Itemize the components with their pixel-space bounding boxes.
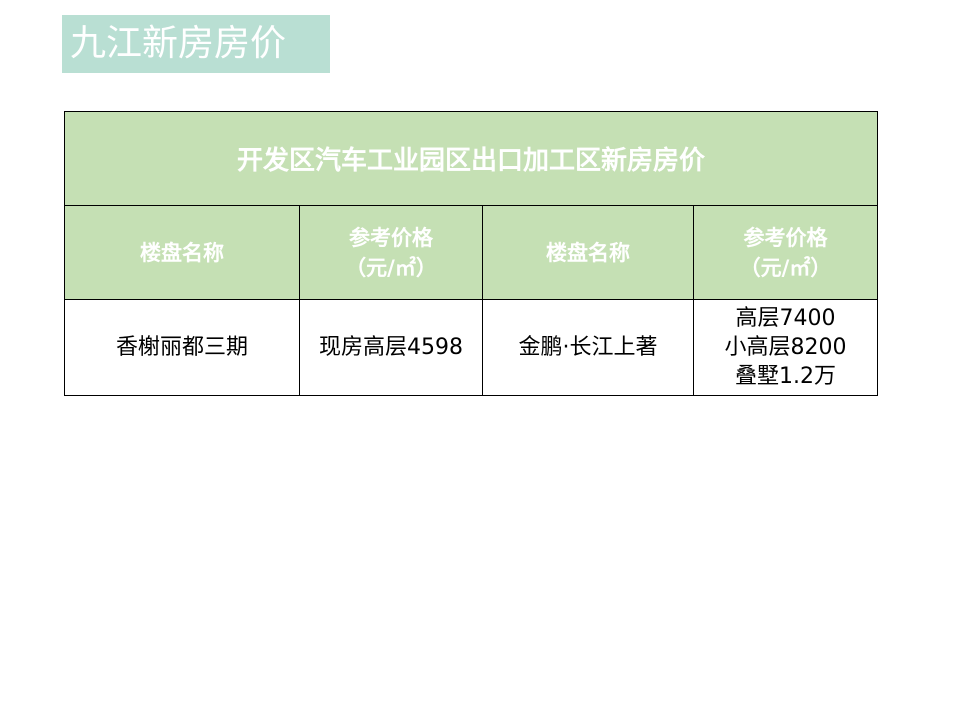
header-line: （元/㎡） [739,255,832,280]
cell-project-name: 香榭丽都三期 [64,299,300,396]
table-header-row: 楼盘名称 参考价格 （元/㎡） 楼盘名称 参考价格 （元/㎡） [64,205,879,300]
header-project-name: 楼盘名称 [482,205,694,300]
header-line: 参考价格 [349,225,433,250]
table-caption-row: 开发区汽车工业园区出口加工区新房房价 [63,111,879,206]
cell-price: 高层7400 小高层8200 叠墅1.2万 [692,299,879,396]
header-line: 参考价格 [743,225,828,250]
header-line: 楼盘名称 [140,240,224,265]
header-project-name: 楼盘名称 [64,205,300,300]
cell-price: 现房高层4598 [299,299,483,396]
header-reference-price: 参考价格 （元/㎡） [692,205,879,300]
cell-line: 金鹏·长江上著 [518,335,658,360]
cell-line: 高层7400 [735,306,836,331]
cell-line: 香榭丽都三期 [115,335,248,360]
price-table: 开发区汽车工业园区出口加工区新房房价 楼盘名称 参考价格 （元/㎡） 楼盘名称 … [63,111,879,396]
table-row: 香榭丽都三期 现房高层4598 金鹏·长江上著 高层7400 小高层8200 叠… [64,299,879,396]
header-line: 楼盘名称 [546,240,630,265]
header-reference-price: 参考价格 （元/㎡） [299,205,483,300]
page-title: 九江新房房价 [62,15,330,73]
cell-project-name: 金鹏·长江上著 [482,299,694,396]
header-line: （元/㎡） [345,255,437,280]
table-caption: 开发区汽车工业园区出口加工区新房房价 [63,111,879,206]
cell-line: 叠墅1.2万 [735,364,836,389]
cell-line: 小高层8200 [724,335,847,360]
cell-line: 现房高层4598 [319,335,463,360]
